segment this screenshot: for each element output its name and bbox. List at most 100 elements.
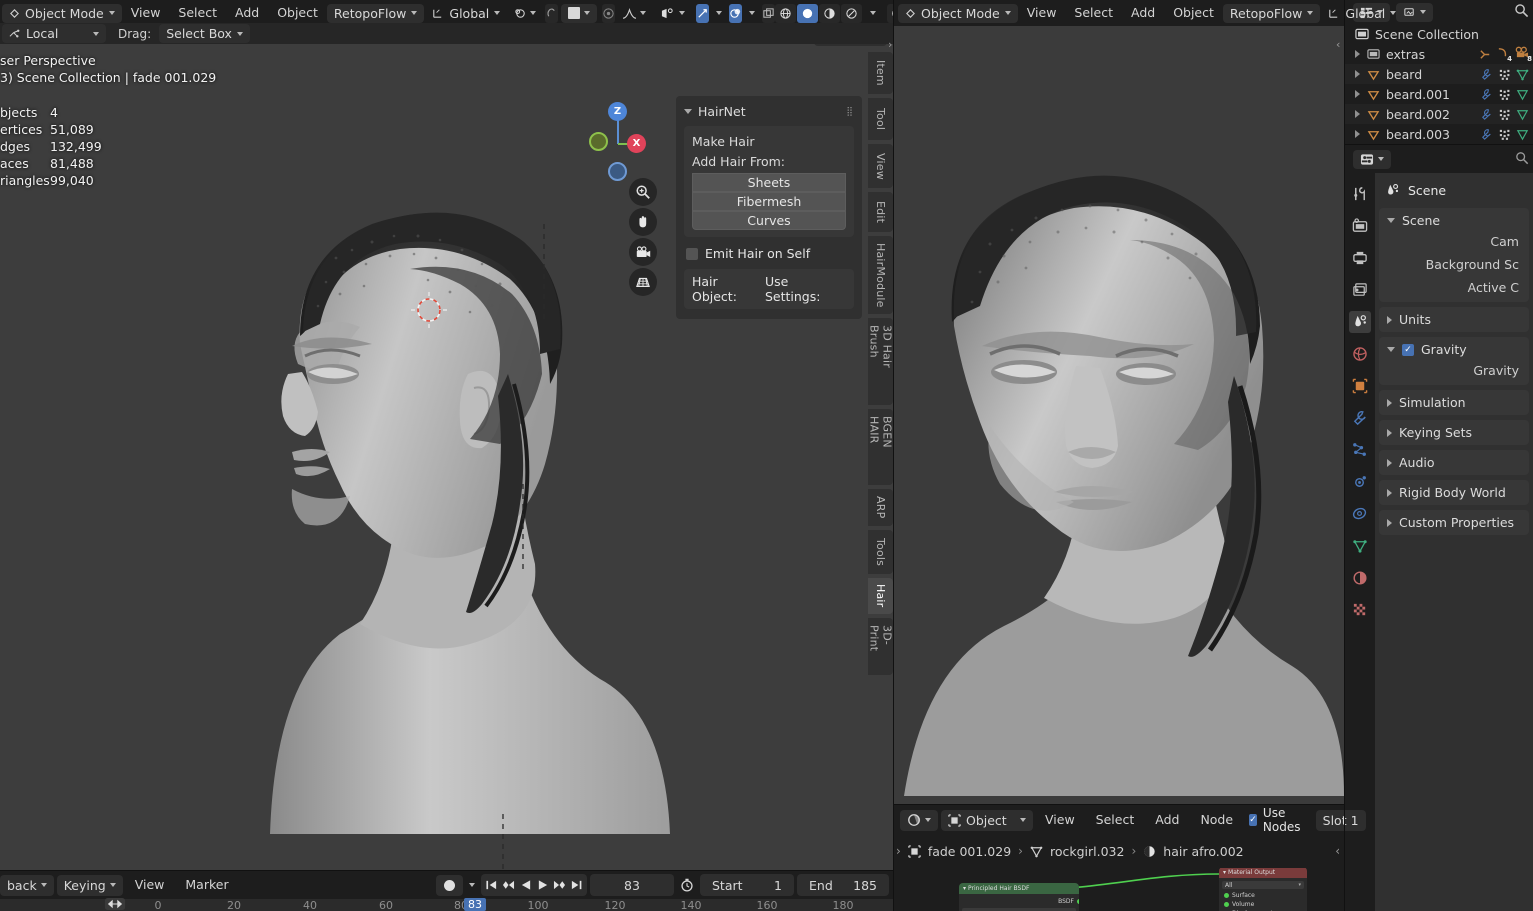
divider-vertical-right[interactable] <box>1344 0 1345 911</box>
xray-toggle-button[interactable] <box>696 4 709 23</box>
socket-surface[interactable] <box>1224 893 1229 898</box>
shader-editor[interactable]: Object View Select Add Node ✓ Use Nodes … <box>894 805 1345 911</box>
divider-horizontal-timeline[interactable] <box>0 870 893 871</box>
tab-constraints[interactable] <box>1349 503 1371 525</box>
panel-rigid-body-world-header[interactable]: Rigid Body World <box>1387 485 1521 500</box>
shader-editor-type[interactable] <box>900 810 938 831</box>
visibility-dropdown[interactable] <box>653 4 692 23</box>
tab-tool[interactable] <box>1349 183 1371 205</box>
prev-keyframe-button[interactable] <box>500 876 517 895</box>
transport-controls[interactable] <box>481 874 587 896</box>
playback-menu[interactable]: back <box>0 875 54 896</box>
fibermesh-button[interactable]: Fibermesh <box>692 192 846 211</box>
sidebar-collapse-arrow-left[interactable]: › <box>888 38 892 51</box>
viewport-3d-right[interactable] <box>894 26 1344 804</box>
playhead[interactable]: 83 <box>464 898 486 911</box>
tab-modifier[interactable] <box>1349 407 1371 429</box>
panel-rigid-body-world[interactable]: Rigid Body World <box>1379 480 1529 505</box>
tab-hair[interactable]: Hair <box>868 578 893 614</box>
node-collapse-icon[interactable]: ▾ <box>1223 869 1226 876</box>
material-slot-selector[interactable]: Slot 1 <box>1316 810 1366 831</box>
tab-arp[interactable]: ARP <box>868 489 893 526</box>
divider-vertical-main[interactable] <box>893 0 894 911</box>
properties-tab-rail[interactable] <box>1345 173 1375 911</box>
proportional-edit-button[interactable] <box>602 4 615 23</box>
transform-orientation-right[interactable]: Global <box>1320 4 1403 23</box>
menu-object-right[interactable]: Object <box>1164 0 1223 26</box>
breadcrumb-object[interactable]: fade 001.029 <box>908 844 1011 859</box>
node-collapse-icon[interactable]: ▾ <box>963 885 966 892</box>
navigation-gizmo[interactable]: Z X <box>580 96 656 172</box>
tab-tool[interactable]: Tool <box>868 98 893 140</box>
panel-scene[interactable]: Scene Cam Background Sc Active C <box>1379 208 1529 302</box>
falloff-dropdown[interactable] <box>615 4 653 23</box>
drag-mode-selector[interactable]: Select Box <box>159 24 250 43</box>
snap-target-icon-button[interactable] <box>545 4 558 23</box>
timeline-ruler[interactable]: 0 20 40 60 80 100 120 140 160 180 83 <box>0 899 893 911</box>
overlays-dropdown[interactable] <box>742 4 762 23</box>
hairnet-panel-header[interactable]: HairNet ⣿ <box>684 102 854 126</box>
options-button[interactable]: Options <box>814 44 887 46</box>
menu-add-right[interactable]: Add <box>1122 0 1164 26</box>
tab-texture[interactable] <box>1349 599 1371 621</box>
shader-type-selector[interactable]: Object <box>941 810 1033 831</box>
jump-start-button[interactable] <box>483 876 500 895</box>
panel-audio[interactable]: Audio <box>1379 450 1529 475</box>
modifier-wrench-icon[interactable] <box>1480 108 1493 121</box>
shader-menu-select[interactable]: Select <box>1087 805 1144 835</box>
tab-render[interactable] <box>1349 215 1371 237</box>
tab-scene[interactable] <box>1349 311 1371 333</box>
record-dropdown[interactable] <box>466 875 478 896</box>
gizmo-axis-y[interactable] <box>589 132 608 151</box>
outliner-row-beard-002[interactable]: beard.002 <box>1345 104 1533 124</box>
node-output-bsdf[interactable]: BSDF <box>962 897 1076 906</box>
tab-data[interactable] <box>1349 535 1371 557</box>
shading-solid-button[interactable] <box>797 4 818 23</box>
modifier-wrench-icon[interactable] <box>1480 128 1493 141</box>
modifier-wrench-icon[interactable] <box>1480 88 1493 101</box>
breadcrumb-expand-arrow[interactable]: › <box>896 844 901 858</box>
use-nodes-checkbox[interactable]: ✓ <box>1249 814 1257 826</box>
use-preview-range-button[interactable] <box>677 874 697 896</box>
particles-icon[interactable] <box>1498 108 1511 121</box>
snap-settings-dropdown[interactable] <box>561 4 597 23</box>
sidebar-collapse-arrow-right[interactable]: ‹ <box>1336 38 1340 51</box>
properties-search-button[interactable] <box>1515 151 1529 168</box>
shader-menu-view[interactable]: View <box>1036 805 1084 835</box>
tab-material[interactable] <box>1349 567 1371 589</box>
timeline-menu-marker[interactable]: Marker <box>176 871 237 899</box>
outliner-row-icons[interactable] <box>1480 128 1529 141</box>
mesh-data-icon[interactable] <box>1516 88 1529 101</box>
use-nodes-toggle[interactable]: ✓ Use Nodes <box>1249 806 1305 834</box>
particles-icon[interactable] <box>1498 128 1511 141</box>
panel-units-header[interactable]: Units <box>1387 312 1521 327</box>
tab-edit[interactable]: Edit <box>868 192 893 232</box>
tab-item[interactable]: Item <box>868 52 893 94</box>
particles-icon[interactable] <box>1498 88 1511 101</box>
tab-object[interactable] <box>1349 375 1371 397</box>
panel-simulation[interactable]: Simulation <box>1379 390 1529 415</box>
timeline-editor[interactable]: back Keying View Marker <box>0 871 893 911</box>
shading-wireframe-button[interactable] <box>775 4 796 23</box>
gizmo-axis-x[interactable]: X <box>627 134 646 153</box>
divider-horizontal-outliner[interactable] <box>1345 144 1533 145</box>
panel-scene-header[interactable]: Scene <box>1387 213 1521 228</box>
socket-bsdf[interactable] <box>1077 899 1079 904</box>
node-material-output[interactable]: ▾ Material Output All ▾ Surface Volume <box>1219 868 1307 911</box>
shading-material-button[interactable] <box>819 4 840 23</box>
play-reverse-button[interactable] <box>517 876 534 895</box>
node-principled-hair-bsdf[interactable]: ▾ Principled Hair BSDF BSDF <box>959 883 1079 911</box>
node-input-surface[interactable]: Surface <box>1222 891 1304 900</box>
panel-custom-properties[interactable]: Custom Properties <box>1379 510 1529 535</box>
shading-rendered-button[interactable] <box>841 4 862 23</box>
panel-custom-properties-header[interactable]: Custom Properties <box>1387 515 1521 530</box>
record-keyframes-toggle[interactable] <box>436 875 463 896</box>
menu-view-right[interactable]: View <box>1018 0 1066 26</box>
outliner-scene-collection[interactable]: Scene Collection <box>1345 24 1533 44</box>
transform-space-selector[interactable]: Local <box>2 24 106 43</box>
gizmo-axis-z-neg[interactable] <box>608 162 627 181</box>
outliner-row-extras[interactable]: extras 4 8 <box>1345 44 1533 64</box>
keying-menu[interactable]: Keying <box>57 875 123 896</box>
properties-editor[interactable]: Scene Scene Cam Background Sc Active C U… <box>1345 145 1533 911</box>
tab-output[interactable] <box>1349 247 1371 269</box>
